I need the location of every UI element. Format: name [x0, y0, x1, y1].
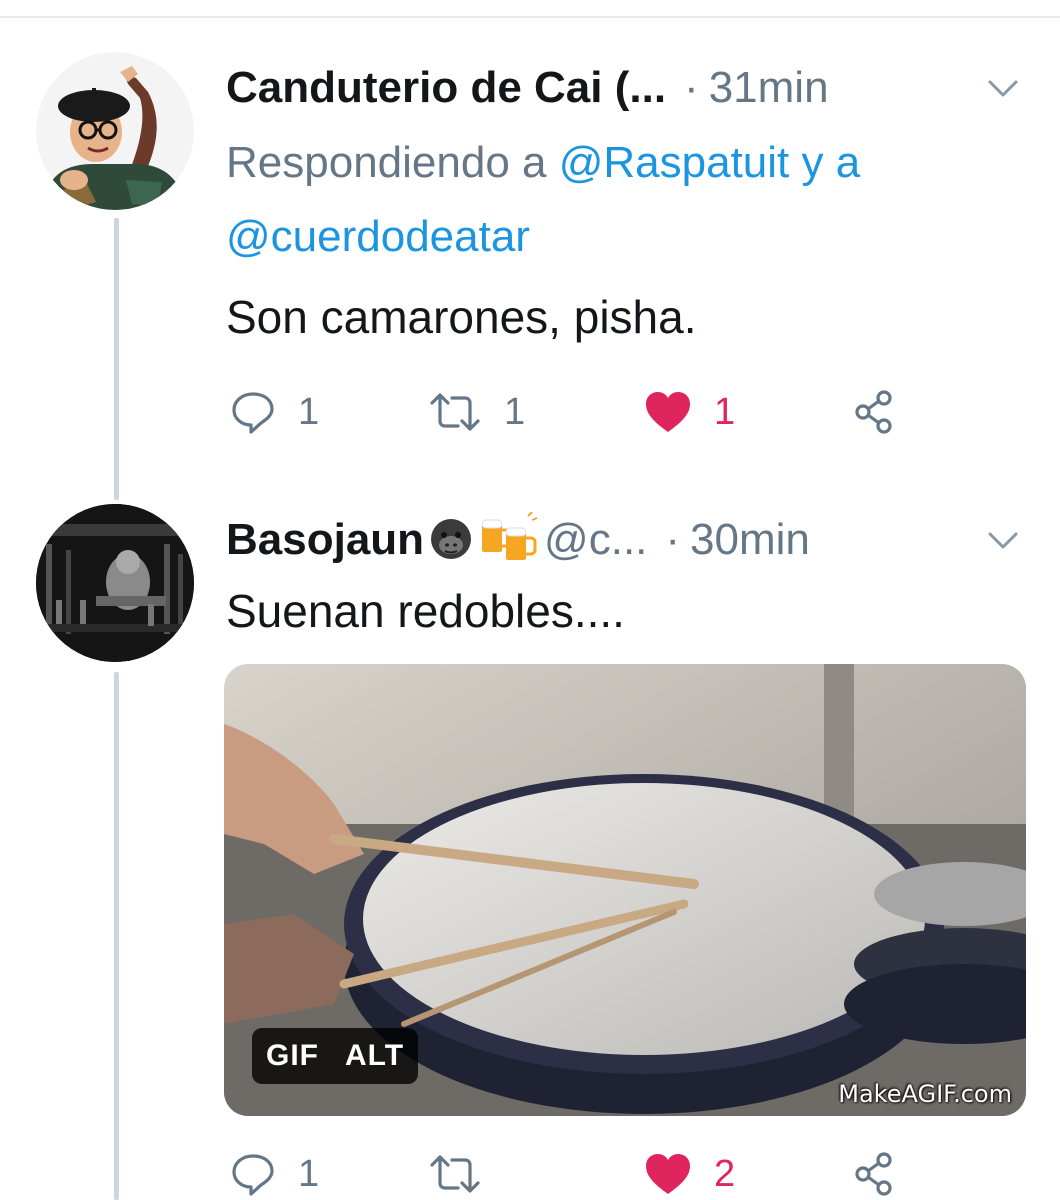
- share-icon: [852, 389, 898, 435]
- avatar[interactable]: [36, 504, 194, 662]
- mention-link[interactable]: @cuerdodeatar: [226, 212, 530, 261]
- beer-mugs-emoji: [478, 510, 538, 569]
- mention-link[interactable]: @Raspatuit: [559, 138, 790, 187]
- replying-to-label: Respondiendo a: [226, 138, 547, 187]
- separator-dot: ·: [684, 63, 699, 112]
- tweet-text: Suenan redobles....: [226, 585, 625, 637]
- share-icon: [852, 1151, 898, 1197]
- mention-joiner: y a: [801, 138, 861, 187]
- timestamp[interactable]: 31min: [709, 63, 829, 113]
- alt-label[interactable]: ALT: [345, 1039, 404, 1073]
- reply-icon: [230, 1151, 276, 1197]
- replying-to: Respondiendo a @Raspatuit y a @cuerdodea…: [226, 126, 1000, 274]
- retweet-icon: [428, 1151, 482, 1197]
- retweet-button[interactable]: [428, 1144, 504, 1200]
- like-button[interactable]: 1: [644, 382, 735, 442]
- gif-media[interactable]: GIF ALT MakeAGIF.com: [224, 664, 1026, 1116]
- gif-badge[interactable]: GIF ALT: [252, 1028, 419, 1084]
- tweet-header: Canduterio de Cai (... · 31min: [226, 56, 1020, 120]
- retweet-button[interactable]: 1: [428, 382, 525, 442]
- reply-count: 1: [298, 390, 320, 433]
- tweet-header: Basojaun @c... · 30min: [226, 508, 1020, 572]
- chevron-down-icon[interactable]: [986, 72, 1020, 106]
- gif-label: GIF: [266, 1039, 319, 1072]
- heart-icon: [644, 390, 692, 434]
- gorilla-emoji: [428, 515, 474, 566]
- tweet-text: Son camarones, pisha.: [226, 291, 697, 343]
- chevron-down-icon[interactable]: [986, 524, 1020, 558]
- reply-button[interactable]: 1: [230, 382, 319, 442]
- separator-dot: ·: [665, 515, 681, 564]
- retweet-count: 1: [504, 390, 526, 433]
- reply-button[interactable]: 1: [230, 1144, 319, 1200]
- like-count: 1: [714, 390, 736, 433]
- handle[interactable]: @c...: [544, 515, 647, 565]
- reply-icon: [230, 389, 276, 435]
- watermark: MakeAGIF.com: [838, 1080, 1012, 1108]
- tweet-actions: 1 2: [226, 1144, 926, 1200]
- avatar[interactable]: [36, 52, 194, 210]
- share-button[interactable]: [852, 382, 898, 442]
- tweet[interactable]: Canduterio de Cai (... · 31min Respondie…: [0, 0, 1060, 480]
- share-button[interactable]: [852, 1144, 898, 1200]
- like-count: 2: [714, 1152, 736, 1195]
- reply-count: 1: [298, 1152, 320, 1195]
- like-button[interactable]: 2: [644, 1144, 735, 1200]
- tweet-actions: 1 1 1: [226, 382, 926, 442]
- display-name[interactable]: Basojaun: [226, 515, 424, 565]
- timestamp[interactable]: 30min: [690, 515, 810, 565]
- display-name[interactable]: Canduterio de Cai (...: [226, 63, 666, 113]
- retweet-icon: [428, 389, 482, 435]
- heart-icon: [644, 1152, 692, 1196]
